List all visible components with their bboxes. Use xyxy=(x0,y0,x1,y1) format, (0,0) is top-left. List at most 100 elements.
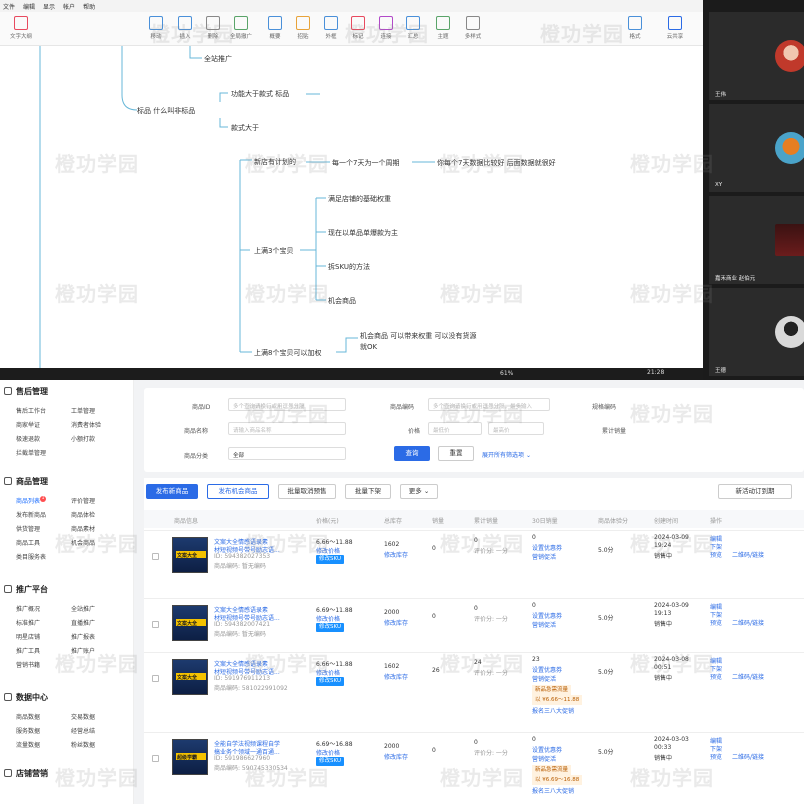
sidebar-section-header[interactable]: 店铺营销 xyxy=(4,768,48,779)
edit-stock-link[interactable]: 修改库存 xyxy=(384,752,408,761)
goods-code-input[interactable]: 多个查询请换行或用逗号分隔，最多输入 xyxy=(428,398,550,411)
sidebar-item[interactable]: 流量数据 xyxy=(16,740,40,749)
sidebar-item[interactable]: 极速退款 xyxy=(16,434,40,443)
edit-price-link[interactable]: 修改价格 xyxy=(316,614,340,623)
sidebar-item[interactable]: 类目服务表 xyxy=(16,552,46,561)
sidebar-item[interactable]: 商品体检 xyxy=(71,510,95,519)
marketing-promo-link[interactable]: 营销促活 xyxy=(532,674,556,683)
node-chaisku[interactable]: 拆SKU的方法 xyxy=(328,262,370,272)
set-coupon-link[interactable]: 设置优惠券 xyxy=(532,745,562,754)
sidebar-section-header[interactable]: 售后管理 xyxy=(4,386,48,397)
row-checkbox[interactable] xyxy=(152,755,159,762)
node-bijiao[interactable]: 你每个7天数据比较好 后面数据就很好 xyxy=(437,158,556,168)
sidebar-section-header[interactable]: 数据中心 xyxy=(4,692,48,703)
sidebar-item[interactable]: 商品工具 xyxy=(16,538,40,547)
participant-tile[interactable]: XY xyxy=(709,104,804,192)
sidebar-item[interactable]: 发布新商品 xyxy=(16,510,46,519)
preview-link[interactable]: 预览 xyxy=(710,672,722,681)
join-promo-link[interactable]: 报名三八大促销 xyxy=(532,786,574,795)
marketing-promo-link[interactable]: 营销促活 xyxy=(532,754,556,763)
qrcode-link[interactable]: 二维码/链接 xyxy=(732,618,764,627)
goods-name-input[interactable]: 请输入商品名称 xyxy=(228,422,346,435)
price-min-input[interactable]: 最低价 xyxy=(428,422,482,435)
sidebar-item[interactable]: 服务数据 xyxy=(16,726,40,735)
row-checkbox[interactable] xyxy=(152,621,159,628)
preview-link[interactable]: 预览 xyxy=(710,550,722,559)
sidebar-item[interactable]: 营销书籍 xyxy=(16,660,40,669)
sidebar-item[interactable]: 售后工作台 xyxy=(16,406,46,415)
publish-chance-goods-button[interactable]: 发布机会商品 xyxy=(207,484,269,499)
search-button[interactable]: 查询 xyxy=(394,446,430,461)
product-thumbnail[interactable]: 超级学霸 xyxy=(172,739,208,775)
node-jihui2-line1[interactable]: 机会商品 可以带来权重 可以没有货源 xyxy=(360,331,476,341)
edit-stock-link[interactable]: 修改库存 xyxy=(384,672,408,681)
publish-goods-button[interactable]: 发布新商品 xyxy=(146,484,198,499)
edit-stock-link[interactable]: 修改库存 xyxy=(384,618,408,627)
reset-button[interactable]: 重置 xyxy=(438,446,474,461)
node-shangjia8[interactable]: 上满8个宝贝可以加权 xyxy=(254,348,321,358)
sidebar-section-header[interactable]: 商品管理 xyxy=(4,476,48,487)
preview-link[interactable]: 预览 xyxy=(710,618,722,627)
batch-off-shelf-button[interactable]: 批量下架 xyxy=(345,484,391,499)
product-thumbnail[interactable]: 文案大全 xyxy=(172,537,208,573)
new-goods-traffic-tag[interactable]: 新品急需流量 xyxy=(532,765,572,775)
more-button[interactable]: 更多 ⌄ xyxy=(400,484,438,499)
product-thumbnail[interactable]: 文案大全 xyxy=(172,605,208,641)
product-thumbnail[interactable]: 文案大全 xyxy=(172,659,208,695)
sidebar-item[interactable]: 推广工具 xyxy=(16,646,40,655)
sidebar-item[interactable]: 商品列表 1 xyxy=(16,496,47,505)
node-gongneng[interactable]: 功能大于款式 标品 xyxy=(231,89,289,99)
qrcode-link[interactable]: 二维码/链接 xyxy=(732,672,764,681)
sidebar-item[interactable]: 全站推广 xyxy=(71,604,95,613)
edit-sku-button[interactable]: 修改SKU xyxy=(316,555,344,564)
marketing-promo-link[interactable]: 营销促活 xyxy=(532,620,556,629)
sidebar-item[interactable]: 粉丝数据 xyxy=(71,740,95,749)
table-row[interactable]: 文案大全 文案大全情感语录素 材短视频号带号励志语... ID: 5943820074… xyxy=(144,598,804,652)
sidebar-item[interactable]: 推广账户 xyxy=(71,646,95,655)
sidebar-item[interactable]: 经营总结 xyxy=(71,726,95,735)
table-row[interactable]: 文案大全 文案大全情感语录素 材短视频号带号励志语... ID: 5943820273… xyxy=(144,530,804,598)
sidebar-item[interactable]: 明星店铺 xyxy=(16,632,40,641)
sidebar-item[interactable]: 商家举证 xyxy=(16,420,40,429)
sidebar-item[interactable]: 消费者体验 xyxy=(71,420,101,429)
edit-sku-button[interactable]: 修改SKU xyxy=(316,757,344,766)
join-promo-link[interactable]: 报名三八大促销 xyxy=(532,706,574,715)
marketing-promo-link[interactable]: 营销促活 xyxy=(532,552,556,561)
sidebar-item[interactable]: 小额打款 xyxy=(71,434,95,443)
edit-sku-button[interactable]: 修改SKU xyxy=(316,677,344,686)
node-jihui[interactable]: 机会商品 xyxy=(328,296,356,306)
sidebar-item[interactable]: 评价管理 xyxy=(71,496,95,505)
batch-cancel-presale-button[interactable]: 批量取消预售 xyxy=(278,484,336,499)
node-jichu[interactable]: 满足店铺的基础权重 xyxy=(328,194,391,204)
sidebar-item[interactable]: 商品素材 xyxy=(71,524,95,533)
sidebar-item[interactable]: 推广概况 xyxy=(16,604,40,613)
preview-link[interactable]: 预览 xyxy=(710,752,722,761)
participant-tile[interactable]: 王德 xyxy=(709,288,804,376)
sidebar-item[interactable]: 工单管理 xyxy=(71,406,95,415)
new-activity-button[interactable]: 新活动订到期 xyxy=(718,484,792,499)
qrcode-link[interactable]: 二维码/链接 xyxy=(732,550,764,559)
price-max-input[interactable]: 最高价 xyxy=(488,422,544,435)
node-jihui2-line2[interactable]: 就OK xyxy=(360,342,377,352)
node-zhouqi[interactable]: 每一个7天为一个周期 xyxy=(332,158,399,168)
edit-price-link[interactable]: 修改价格 xyxy=(316,668,340,677)
edit-stock-link[interactable]: 修改库存 xyxy=(384,550,408,559)
node-xindian[interactable]: 新店有计划的 xyxy=(254,157,296,167)
sidebar-item[interactable]: 供货管理 xyxy=(16,524,40,533)
sidebar-item[interactable]: 推广报表 xyxy=(71,632,95,641)
new-goods-traffic-tag[interactable]: 新品急需流量 xyxy=(532,685,572,695)
sidebar-item[interactable]: 拦截单管理 xyxy=(16,448,46,457)
set-coupon-link[interactable]: 设置优惠券 xyxy=(532,543,562,552)
goods-id-input[interactable]: 多个查询请换行或用逗号分隔 xyxy=(228,398,346,411)
table-row[interactable]: 文案大全 文案大全情感语录素 材短视频号带号励志语... ID: 5919769112… xyxy=(144,652,804,732)
sidebar-section-header[interactable]: 推广平台 xyxy=(4,584,48,595)
edit-sku-button[interactable]: 修改SKU xyxy=(316,623,344,632)
set-coupon-link[interactable]: 设置优惠券 xyxy=(532,665,562,674)
sidebar-item[interactable]: 商品数据 xyxy=(16,712,40,721)
node-quanzhan[interactable]: 全站推广 xyxy=(204,54,232,64)
qrcode-link[interactable]: 二维码/链接 xyxy=(732,752,764,761)
expand-filters-link[interactable]: 展开所有筛选项 ⌄ xyxy=(482,450,531,459)
row-checkbox[interactable] xyxy=(152,553,159,560)
sidebar-item[interactable]: 机会商品 xyxy=(71,538,95,547)
edit-price-link[interactable]: 修改价格 xyxy=(316,546,340,555)
